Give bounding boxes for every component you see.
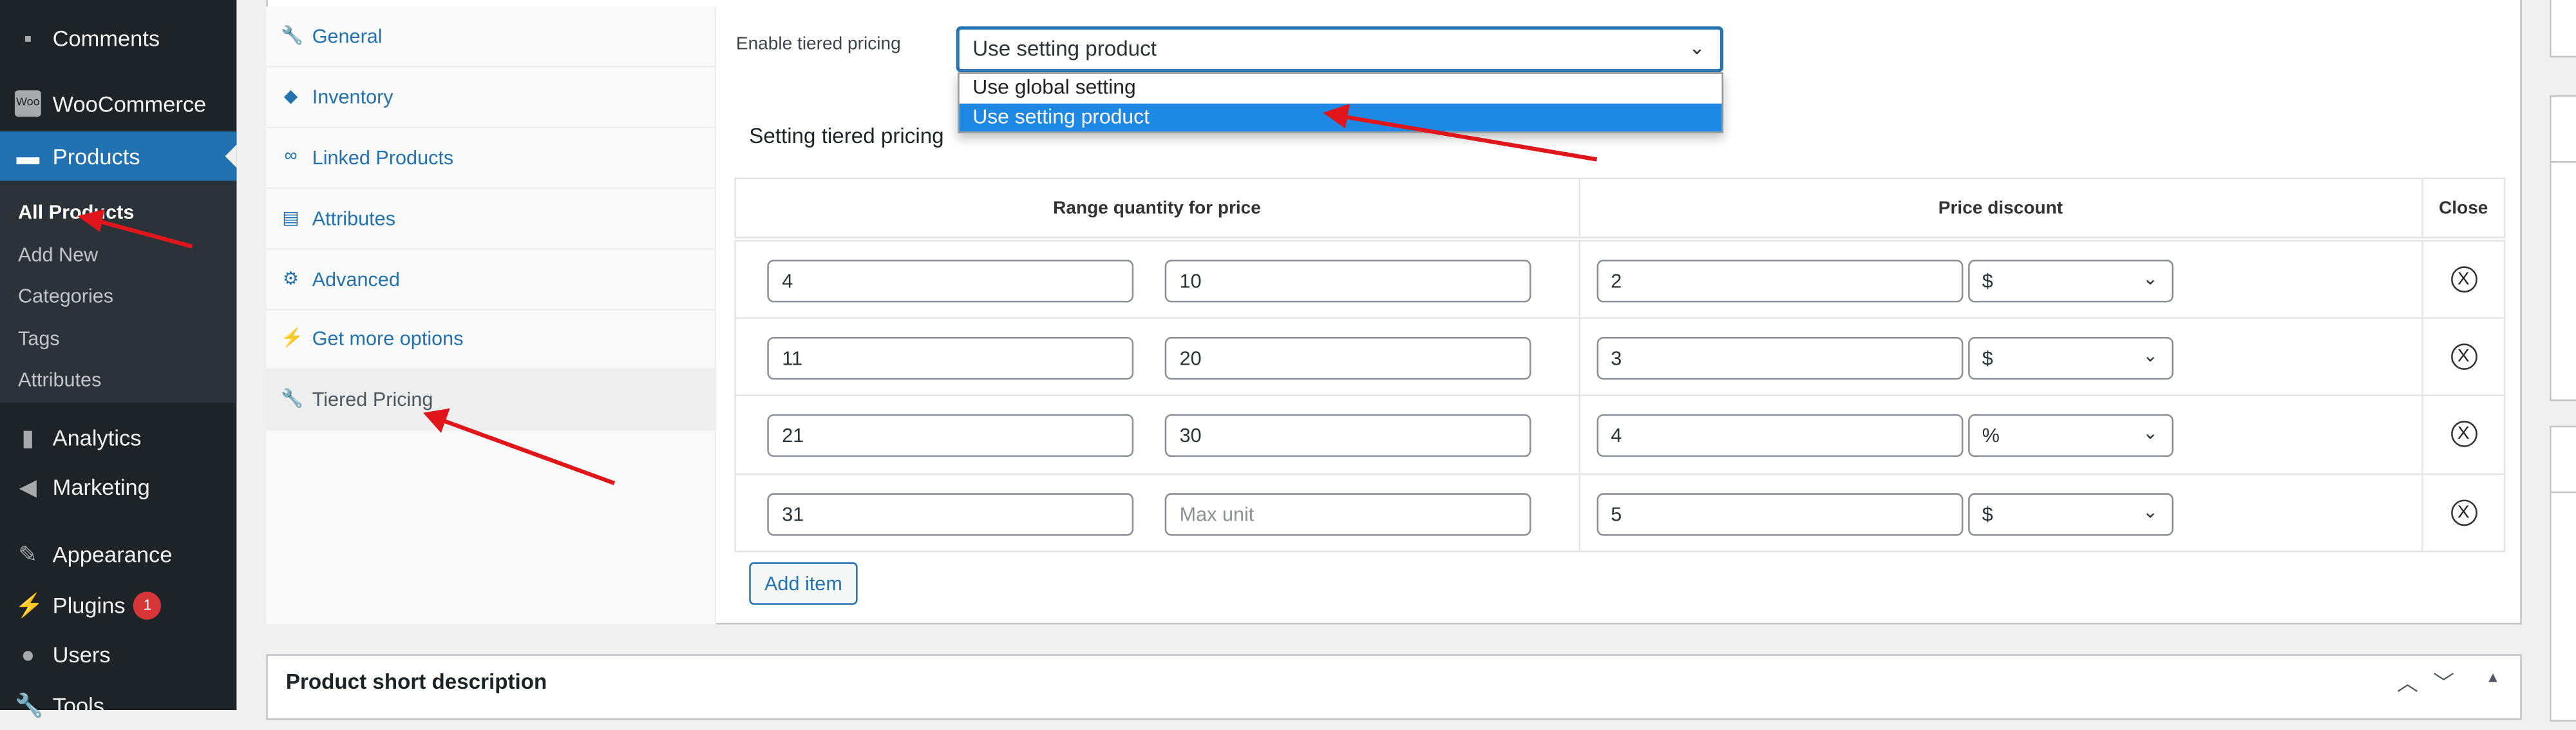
submenu-tags[interactable]: Tags — [18, 327, 60, 351]
list-icon: ▤ — [282, 208, 299, 229]
move-down-icon[interactable]: ﹀ — [2433, 666, 2454, 696]
wrench-icon: 🔧 — [281, 389, 304, 410]
chevron-down-icon: ⌄ — [2143, 424, 2158, 444]
range-from-input[interactable]: 31 — [767, 492, 1134, 535]
menu-comments[interactable]: ▪ Comments — [0, 13, 236, 62]
enable-tiered-pricing-select[interactable]: Use setting product ⌄ — [956, 26, 1723, 73]
tab-attributes[interactable]: ▤ Attributes — [266, 189, 717, 250]
woo-icon: Woo — [14, 90, 41, 117]
comment-icon: ▪ — [24, 24, 32, 52]
collapse-toggle-icon[interactable]: ▲ — [2486, 669, 2501, 686]
range-from-input[interactable]: 4 — [767, 260, 1134, 303]
menu-marketing[interactable]: ◀ Marketing — [0, 462, 236, 512]
tab-general[interactable]: 🔧 General — [266, 6, 717, 68]
megaphone-icon: ◀ — [19, 473, 37, 500]
table-row: 21 30 4% ⌄ X — [734, 394, 2506, 474]
tag-icon: ◆ — [283, 87, 298, 107]
submenu-categories[interactable]: Categories — [18, 284, 113, 307]
table-row: 4 10 2 $ ⌄ X — [734, 238, 2506, 318]
discount-type-select[interactable]: $ ⌄ — [1967, 492, 2173, 535]
side-metabox — [2550, 0, 2576, 58]
submenu-attributes[interactable]: Attributes — [18, 368, 101, 391]
range-to-input[interactable]: 20 — [1164, 336, 1531, 379]
menu-plugins[interactable]: ⚡ Plugins 1 — [0, 581, 236, 630]
bar-chart-icon: ▮ — [21, 424, 35, 450]
plugin-icon: ⚡ — [14, 591, 44, 619]
option-use-setting-product[interactable]: Use setting product — [959, 102, 1722, 132]
chevron-down-icon: ⌄ — [2143, 345, 2158, 366]
menu-appearance[interactable]: ✎ Appearance — [0, 529, 236, 579]
link-icon: ∞ — [284, 146, 298, 166]
menu-products[interactable]: ▬ Products — [0, 131, 237, 181]
range-from-input[interactable]: 21 — [767, 414, 1134, 457]
discount-type-select[interactable]: $ ⌄ — [1967, 260, 2173, 303]
wrench-icon: 🔧 — [281, 26, 304, 46]
short-description-title: Product short description — [285, 669, 547, 694]
menu-analytics[interactable]: ▮ Analytics — [0, 412, 236, 462]
add-item-button[interactable]: Add item — [749, 562, 858, 605]
move-up-icon[interactable]: ︿ — [2397, 666, 2418, 696]
discount-input[interactable]: 2 — [1596, 260, 1963, 303]
archive-icon: ▬ — [16, 142, 40, 169]
table-row: 11 20 3 $ ⌄ X — [734, 316, 2506, 396]
header-discount: Price discount — [1578, 177, 2423, 242]
chevron-down-icon: ⌄ — [1689, 36, 1705, 59]
update-badge: 1 — [133, 591, 162, 619]
side-metabox — [2550, 95, 2576, 401]
admin-sidebar: ▪ Comments Woo WooCommerce ▬ Products All P… — [0, 0, 237, 718]
discount-input[interactable]: 5 — [1596, 492, 1963, 535]
close-row-icon[interactable]: X — [2450, 265, 2477, 293]
tab-linked-products[interactable]: ∞ Linked Products — [266, 128, 717, 189]
tab-inventory[interactable]: ◆ Inventory — [266, 68, 717, 128]
range-to-input[interactable]: Max unit — [1164, 492, 1531, 535]
discount-input[interactable]: 3 — [1596, 336, 1963, 379]
range-from-input[interactable]: 11 — [767, 336, 1134, 379]
products-submenu: All Products Add New Categories Tags Att… — [0, 180, 237, 403]
tiered-pricing-table: Range quantity for price Price discount Cl… — [734, 177, 2506, 553]
enable-tiered-pricing-label: Enable tiered pricing — [735, 34, 901, 55]
submenu-all-products[interactable]: All Products — [18, 200, 134, 224]
table-row: 31 Max unit 5 $ ⌄ X — [734, 472, 2506, 553]
menu-tools[interactable]: 🔧 Tools — [0, 680, 236, 730]
range-to-input[interactable]: 10 — [1164, 260, 1531, 303]
short-description-panel: Product short description ︿ ﹀ ▲ — [266, 654, 2522, 720]
range-to-input[interactable]: 30 — [1164, 414, 1531, 457]
discount-type-select[interactable]: $ ⌄ — [1967, 336, 2173, 379]
close-row-icon[interactable]: X — [2450, 499, 2477, 526]
paintbrush-icon: ✎ — [18, 541, 38, 568]
select-dropdown-list: Use global setting Use setting product — [958, 72, 1723, 133]
gear-icon: ⚙ — [282, 269, 299, 289]
tab-get-more-options[interactable]: ⚡ Get more options — [266, 309, 717, 370]
option-use-global-setting[interactable]: Use global setting — [960, 74, 1722, 103]
close-row-icon[interactable]: X — [2450, 343, 2477, 370]
chevron-down-icon: ⌄ — [2143, 269, 2158, 289]
menu-woocommerce[interactable]: Woo WooCommerce — [0, 79, 236, 128]
wrench-icon: 🔧 — [14, 691, 44, 718]
header-range: Range quantity for price — [734, 177, 1580, 242]
section-title: Setting tiered pricing — [749, 123, 944, 148]
submenu-add-new[interactable]: Add New — [18, 244, 98, 267]
discount-type-select[interactable]: % ⌄ — [1967, 414, 2173, 457]
user-icon: ● — [21, 640, 35, 668]
product-data-tabs: 🔧 General ◆ Inventory ∞ Linked Products ▤ At… — [266, 6, 717, 625]
tab-tiered-pricing[interactable]: 🔧 Tiered Pricing — [266, 369, 717, 431]
tab-advanced[interactable]: ⚙ Advanced — [266, 250, 717, 311]
close-row-icon[interactable]: X — [2450, 421, 2477, 448]
header-close: Close — [2421, 177, 2506, 242]
chevron-down-icon: ⌄ — [2143, 502, 2158, 522]
plugin-icon: ⚡ — [281, 329, 304, 349]
discount-input[interactable]: 4 — [1596, 414, 1963, 457]
menu-users[interactable]: ● Users — [0, 629, 236, 679]
side-metabox — [2550, 425, 2576, 722]
